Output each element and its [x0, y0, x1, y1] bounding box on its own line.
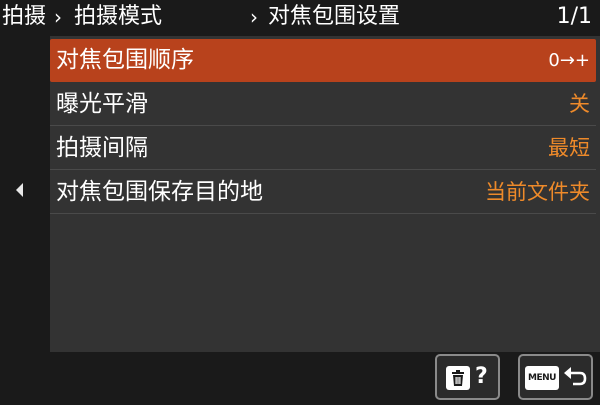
- menu-item-value: 当前文件夹: [485, 180, 590, 204]
- menu-item-focus-bracket-order[interactable]: 对焦包围顺序 0→+: [50, 39, 596, 82]
- trash-icon: [446, 366, 470, 390]
- breadcrumb-shooting-mode[interactable]: 拍摄模式: [74, 2, 162, 32]
- menu-item-value: 关: [569, 92, 590, 116]
- return-icon: [564, 367, 587, 386]
- breadcrumb-shooting[interactable]: 拍摄: [2, 2, 46, 32]
- menu-item-exposure-smoothing[interactable]: 曝光平滑 关: [50, 83, 596, 126]
- breadcrumb-separator: ›: [250, 5, 258, 29]
- header-bar: 拍摄 › 拍摄模式 › 对焦包围设置 1/1: [0, 0, 600, 36]
- delete-help-button[interactable]: ?: [435, 354, 500, 400]
- menu-item-label: 对焦包围顺序: [56, 47, 194, 73]
- left-rail: [0, 36, 50, 352]
- menu-item-shooting-interval[interactable]: 拍摄间隔 最短: [50, 127, 596, 170]
- breadcrumb-separator: ›: [54, 5, 62, 29]
- menu-item-label: 拍摄间隔: [56, 135, 148, 161]
- menu-item-label: 曝光平滑: [56, 91, 148, 117]
- menu-icon: MENU: [525, 366, 559, 390]
- menu-icon-label: MENU: [528, 373, 556, 383]
- left-arrow-icon[interactable]: [16, 183, 23, 197]
- menu-item-save-destination[interactable]: 对焦包围保存目的地 当前文件夹: [50, 171, 596, 214]
- footer-bar: [0, 352, 600, 405]
- question-icon: ?: [475, 364, 488, 389]
- menu-item-value: 0→+: [548, 50, 590, 71]
- menu-item-label: 对焦包围保存目的地: [56, 179, 263, 205]
- menu-item-value: 最短: [548, 136, 590, 160]
- page-title: 对焦包围设置: [268, 4, 401, 29]
- page-indicator: 1/1: [556, 4, 592, 29]
- menu-back-button[interactable]: MENU: [518, 354, 593, 400]
